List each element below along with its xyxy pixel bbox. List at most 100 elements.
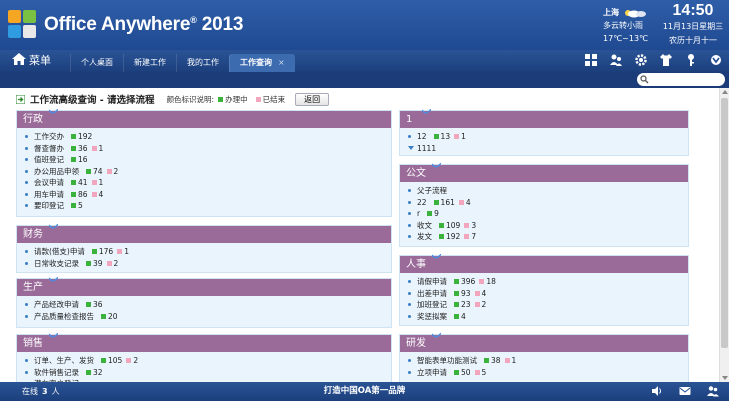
active-count[interactable]: 176	[99, 246, 113, 258]
flow-item[interactable]: 产品质量检查报告 20	[25, 311, 391, 323]
done-count[interactable]: 1	[512, 355, 517, 367]
active-count[interactable]: 39	[93, 258, 103, 270]
category-title[interactable]: 财务	[17, 224, 391, 243]
category-title[interactable]: 生产	[17, 277, 391, 296]
active-count[interactable]: 16	[78, 154, 88, 166]
flow-name[interactable]: 工作交办	[34, 131, 64, 143]
apps-grid-icon[interactable]	[584, 53, 598, 67]
category-title[interactable]: 1	[400, 109, 688, 128]
category-title[interactable]: 研发	[400, 333, 688, 352]
flow-name[interactable]: 要印登记	[34, 200, 64, 212]
scroll-thumb[interactable]	[721, 98, 728, 348]
done-count[interactable]: 5	[482, 367, 487, 379]
flow-name[interactable]: 督查督办	[34, 143, 64, 155]
flow-item[interactable]: 用车申请 86 4	[25, 189, 391, 201]
flow-name[interactable]: 智能表单功能测试	[417, 355, 477, 367]
tab-work-query[interactable]: 工作查询 ×	[229, 54, 295, 72]
done-count[interactable]: 3	[471, 220, 476, 232]
flow-item[interactable]: 会议申请 41 1	[25, 177, 391, 189]
flow-name[interactable]: 请假申请	[417, 276, 447, 288]
flow-name[interactable]: 12	[417, 131, 427, 143]
active-count[interactable]: 50	[461, 367, 471, 379]
key-icon[interactable]	[684, 53, 698, 67]
active-count[interactable]: 396	[461, 276, 475, 288]
done-count[interactable]: 1	[124, 246, 129, 258]
flow-item[interactable]: 日常收支记录 39 2	[25, 258, 391, 270]
flow-item[interactable]: 产品经改申请 36	[25, 299, 391, 311]
flow-item[interactable]: 收文 109 3	[408, 220, 688, 232]
flow-item[interactable]: 要印登记 5	[25, 200, 391, 212]
active-count[interactable]: 105	[108, 355, 122, 367]
active-count[interactable]: 13	[441, 131, 451, 143]
menu-button[interactable]: 菜单	[12, 53, 51, 69]
flow-item[interactable]: 工作交办 192	[25, 131, 391, 143]
flow-item[interactable]: 值班登记 16	[25, 154, 391, 166]
flow-item[interactable]: 父子流程	[408, 185, 688, 197]
flow-name[interactable]: 22	[417, 197, 427, 209]
back-button[interactable]: 返回	[295, 92, 330, 106]
flow-name[interactable]: 订单、生产、发货	[34, 355, 94, 367]
flow-item[interactable]: 奖惩拟案 4	[408, 311, 688, 323]
done-count[interactable]: 4	[482, 288, 487, 300]
flow-name[interactable]: 请款(借支)申请	[34, 246, 85, 258]
flow-name[interactable]: 奖惩拟案	[417, 311, 447, 323]
flow-name[interactable]: 用车申请	[34, 189, 64, 201]
flow-name[interactable]: 收文	[417, 220, 432, 232]
active-count[interactable]: 32	[93, 367, 103, 379]
flow-name[interactable]: 产品经改申请	[34, 299, 79, 311]
gear-icon[interactable]	[634, 53, 648, 67]
category-title[interactable]: 公文	[400, 163, 688, 182]
flow-item[interactable]: 请款(借支)申请 176 1	[25, 246, 391, 258]
active-count[interactable]: 23	[461, 299, 471, 311]
flow-name[interactable]: 产品质量检查报告	[34, 311, 94, 323]
done-count[interactable]: 1	[99, 143, 104, 155]
flow-item[interactable]: 软件销售记录 32	[25, 367, 391, 379]
sound-icon[interactable]	[651, 385, 663, 397]
active-count[interactable]: 41	[78, 177, 88, 189]
active-count[interactable]: 86	[78, 189, 88, 201]
online-users-icon[interactable]	[707, 385, 719, 397]
flow-item[interactable]: 立项申请 50 5	[408, 367, 688, 379]
tab-my-work[interactable]: 我的工作	[176, 54, 229, 72]
flow-name[interactable]: 加班登记	[417, 299, 447, 311]
done-count[interactable]: 2	[114, 166, 119, 178]
flow-item[interactable]: 加班登记 23 2	[408, 299, 688, 311]
category-title[interactable]: 行政	[17, 109, 391, 128]
done-count[interactable]: 1	[461, 131, 466, 143]
flow-name[interactable]: 会议申请	[34, 177, 64, 189]
active-count[interactable]: 36	[78, 143, 88, 155]
category-title[interactable]: 人事	[400, 254, 688, 273]
active-count[interactable]: 36	[93, 299, 103, 311]
category-title[interactable]: 销售	[17, 333, 391, 352]
tab-personal-desktop[interactable]: 个人桌面	[70, 54, 123, 72]
vertical-scrollbar[interactable]	[719, 88, 729, 382]
active-count[interactable]: 192	[446, 231, 460, 243]
flow-name[interactable]: 值班登记	[34, 154, 64, 166]
users-org-icon[interactable]	[609, 53, 623, 67]
flow-item[interactable]: 22 161 4	[408, 197, 688, 209]
tab-new-work[interactable]: 新建工作	[123, 54, 176, 72]
scroll-down-icon[interactable]	[722, 376, 728, 380]
search-icon[interactable]	[640, 75, 649, 84]
done-count[interactable]: 18	[486, 276, 496, 288]
search-input[interactable]	[637, 73, 725, 86]
active-count[interactable]: 109	[446, 220, 460, 232]
flow-name[interactable]: 日常收支记录	[34, 258, 79, 270]
power-icon[interactable]	[709, 53, 723, 67]
flow-name[interactable]: 软件销售记录	[34, 367, 79, 379]
done-count[interactable]: 2	[133, 355, 138, 367]
flow-name[interactable]: 立项申请	[417, 367, 447, 379]
active-count[interactable]: 74	[93, 166, 103, 178]
done-count[interactable]: 4	[99, 189, 104, 201]
weather-widget[interactable]: 上海 多云转小雨 17℃~13℃	[603, 6, 655, 45]
message-icon[interactable]	[679, 385, 691, 397]
flow-name[interactable]: 发文	[417, 231, 432, 243]
flow-item[interactable]: 发文 192 7	[408, 231, 688, 243]
flow-item[interactable]: 1111	[408, 143, 688, 155]
done-count[interactable]: 4	[466, 197, 471, 209]
active-count[interactable]: 161	[441, 197, 455, 209]
flow-item[interactable]: 请假申请 396 18	[408, 276, 688, 288]
active-count[interactable]: 20	[108, 311, 118, 323]
done-count[interactable]: 7	[471, 231, 476, 243]
done-count[interactable]: 2	[114, 258, 119, 270]
